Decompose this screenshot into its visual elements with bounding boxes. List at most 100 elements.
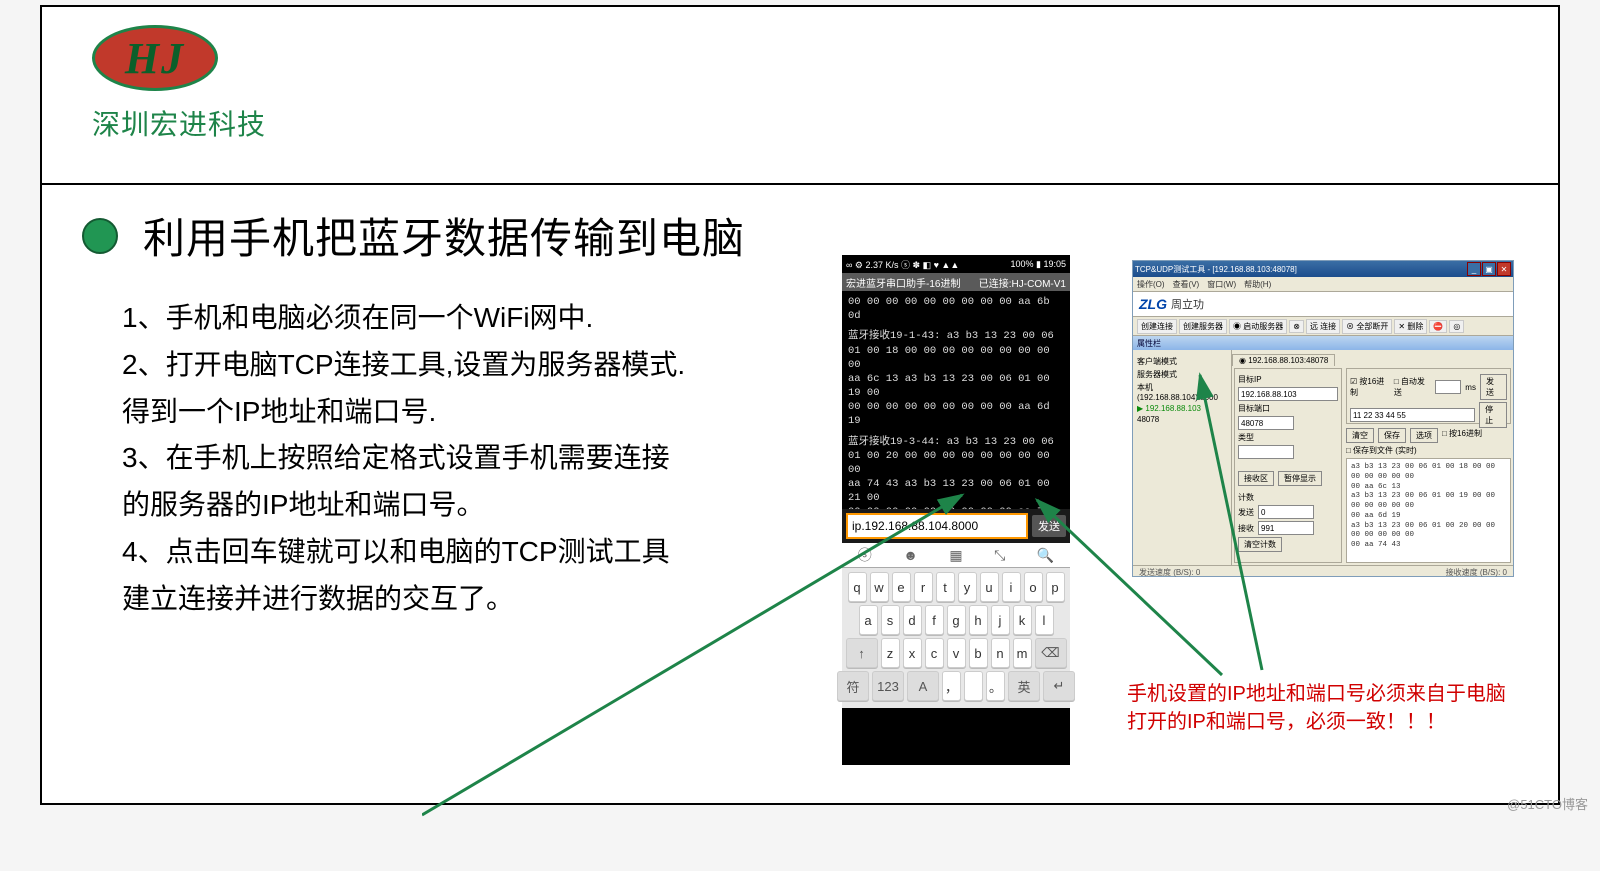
key-o[interactable]: o bbox=[1024, 572, 1043, 602]
key-e[interactable]: e bbox=[892, 572, 911, 602]
pc-statusbar: 发送速度 (B/S): 0 接收速度 (B/S): 0 bbox=[1133, 565, 1513, 579]
key-k[interactable]: k bbox=[1013, 605, 1032, 635]
close-icon[interactable]: ✕ bbox=[1497, 262, 1511, 276]
menu-item[interactable]: 帮助(H) bbox=[1244, 279, 1271, 290]
key-n[interactable]: n bbox=[991, 638, 1010, 668]
footnote-line1: 手机设置的IP地址和端口号必须来自于电脑 bbox=[1127, 680, 1527, 708]
hex-cb2[interactable]: □ 按16进制 bbox=[1442, 428, 1482, 443]
menu-item[interactable]: 查看(V) bbox=[1173, 279, 1200, 290]
toolbar-button[interactable]: 远 连接 bbox=[1306, 319, 1340, 334]
send-button[interactable]: 发送 bbox=[1032, 515, 1066, 537]
conn-tab[interactable]: ◉ 192.168.88.103:48078 bbox=[1232, 354, 1335, 366]
key-h[interactable]: h bbox=[969, 605, 988, 635]
toolbar-button[interactable]: 创建连接 bbox=[1137, 319, 1177, 334]
status-speed: 2.37 K/s bbox=[866, 260, 899, 270]
instructions-block: 1、手机和电脑必须在同一个WiFi网中. 2、打开电脑TCP连接工具,设置为服务… bbox=[122, 296, 852, 622]
tree-item[interactable]: 本机 (192.168.88.104):8000 bbox=[1137, 382, 1227, 402]
move-icon[interactable]: ⤡ bbox=[994, 547, 1005, 564]
stop-btn-pc[interactable]: 停止 bbox=[1479, 402, 1507, 428]
brand-row: ZLG 周立功 bbox=[1133, 292, 1513, 317]
tree-item[interactable]: 服务器模式 bbox=[1137, 369, 1227, 380]
send-btn-pc[interactable]: 发送 bbox=[1480, 374, 1507, 400]
toolbar-button[interactable]: ✕ 删除 bbox=[1394, 319, 1427, 334]
zlg-logo-icon: ZLG bbox=[1139, 296, 1167, 312]
save-btn[interactable]: 保存 bbox=[1378, 428, 1406, 443]
key-↑[interactable]: ↑ bbox=[846, 638, 878, 668]
inner-titlebar: 属性栏 bbox=[1133, 336, 1513, 350]
ip-input-row: ip.192.168.88.104.8000 发送 bbox=[842, 509, 1070, 543]
key-j[interactable]: j bbox=[991, 605, 1010, 635]
key-⌫[interactable]: ⌫ bbox=[1035, 638, 1067, 668]
opt-btn[interactable]: 选项 bbox=[1410, 428, 1438, 443]
key-m[interactable]: m bbox=[1013, 638, 1032, 668]
clear-count-btn[interactable]: 清空计数 bbox=[1238, 537, 1282, 552]
send-data-input[interactable]: 11 22 33 44 55 bbox=[1350, 408, 1475, 422]
key-b[interactable]: b bbox=[969, 638, 988, 668]
key-x[interactable]: x bbox=[903, 638, 922, 668]
key-c[interactable]: c bbox=[925, 638, 944, 668]
key-s[interactable]: s bbox=[881, 605, 900, 635]
key-r[interactable]: r bbox=[914, 572, 933, 602]
key-a[interactable]: a bbox=[859, 605, 878, 635]
tree-item[interactable]: 客户端模式 bbox=[1137, 356, 1227, 367]
status-time: 100% ▮ 19:05 bbox=[1011, 259, 1067, 270]
dest-ip-input[interactable]: 192.168.88.103 bbox=[1238, 387, 1338, 401]
tree-item[interactable]: ▶ 192.168.88.103 bbox=[1137, 404, 1227, 413]
toolbar-button[interactable]: ⊗ bbox=[1289, 320, 1304, 333]
key-i[interactable]: i bbox=[1002, 572, 1021, 602]
recv-area-btn[interactable]: 接收区 bbox=[1238, 471, 1274, 486]
clear-btn2[interactable]: 清空 bbox=[1346, 428, 1374, 443]
tree-item[interactable]: 48078 bbox=[1137, 415, 1227, 424]
grid-icon[interactable]: ▦ bbox=[949, 547, 962, 564]
key-t[interactable]: t bbox=[936, 572, 955, 602]
key-g[interactable]: g bbox=[947, 605, 966, 635]
toolbar-button[interactable]: ⊗ 全部断开 bbox=[1342, 319, 1392, 334]
slide-title: 利用手机把蓝牙数据传输到电脑 bbox=[143, 205, 745, 266]
toolbar-button[interactable]: ◎ bbox=[1449, 320, 1464, 333]
key-↵[interactable]: ↵ bbox=[1043, 671, 1075, 701]
ime-icon[interactable]: ⓢ bbox=[858, 545, 872, 565]
key-v[interactable]: v bbox=[947, 638, 966, 668]
dest-port-input[interactable]: 48078 bbox=[1238, 416, 1294, 430]
pause-btn[interactable]: 暂停显示 bbox=[1278, 471, 1322, 486]
conn-status: 已连接:HJ-COM-V1 bbox=[979, 275, 1066, 290]
key-u[interactable]: u bbox=[980, 572, 999, 602]
key-符[interactable]: 符 bbox=[837, 671, 869, 701]
key-123[interactable]: 123 bbox=[872, 671, 904, 701]
key-d[interactable]: d bbox=[903, 605, 922, 635]
title-row: 利用手机把蓝牙数据传输到电脑 bbox=[82, 205, 1508, 266]
key-w[interactable]: w bbox=[870, 572, 889, 602]
toolbar-button[interactable]: ⛔ bbox=[1429, 320, 1447, 333]
key-p[interactable]: p bbox=[1046, 572, 1065, 602]
key-y[interactable]: y bbox=[958, 572, 977, 602]
key-f[interactable]: f bbox=[925, 605, 944, 635]
soft-keyboard: qwertyuiop asdfghjkl ↑zxcvbnm⌫ 符123A，。英↵ bbox=[842, 568, 1070, 708]
ime-toolbar: ⓢ ☻ ▦ ⤡ 🔍 bbox=[842, 543, 1070, 568]
key-，[interactable]: ， bbox=[942, 671, 961, 701]
auto-send-cb[interactable]: □ 自动发送 bbox=[1394, 376, 1431, 398]
key-space[interactable] bbox=[964, 671, 983, 701]
phone-screenshot: ∞ ⚙ 2.37 K/s ⓢ ✽ ◧ ♥ ▲▲ 100% ▮ 19:05 宏进蓝… bbox=[842, 255, 1070, 765]
toolbar-button[interactable]: 创建服务器 bbox=[1179, 319, 1227, 334]
instr-1: 1、手机和电脑必须在同一个WiFi网中. bbox=[122, 296, 852, 341]
key-英[interactable]: 英 bbox=[1008, 671, 1040, 701]
instr-4b: 建立连接并进行数据的交互了。 bbox=[122, 577, 852, 622]
type-input[interactable] bbox=[1238, 445, 1294, 459]
key-。[interactable]: 。 bbox=[986, 671, 1005, 701]
emoji-icon[interactable]: ☻ bbox=[903, 547, 918, 563]
interval-input[interactable] bbox=[1435, 380, 1462, 394]
save-file-cb[interactable]: □ 保存到文件 (实时) bbox=[1346, 446, 1417, 455]
toolbar-button[interactable]: ◉ 启动服务器 bbox=[1229, 319, 1287, 334]
search-icon[interactable]: 🔍 bbox=[1037, 547, 1054, 564]
menu-item[interactable]: 操作(O) bbox=[1137, 279, 1165, 290]
menu-item[interactable]: 窗口(W) bbox=[1207, 279, 1236, 290]
key-q[interactable]: q bbox=[848, 572, 867, 602]
key-l[interactable]: l bbox=[1035, 605, 1054, 635]
key-z[interactable]: z bbox=[881, 638, 900, 668]
ip-input[interactable]: ip.192.168.88.104.8000 bbox=[846, 513, 1028, 539]
hex-send-cb[interactable]: ☑ 按16进制 bbox=[1350, 376, 1390, 398]
tab-label: 192.168.88.103:48078 bbox=[1248, 356, 1328, 365]
key-A[interactable]: A bbox=[907, 671, 939, 701]
minimize-icon[interactable]: _ bbox=[1467, 262, 1481, 276]
maximize-icon[interactable]: ▣ bbox=[1482, 262, 1496, 276]
